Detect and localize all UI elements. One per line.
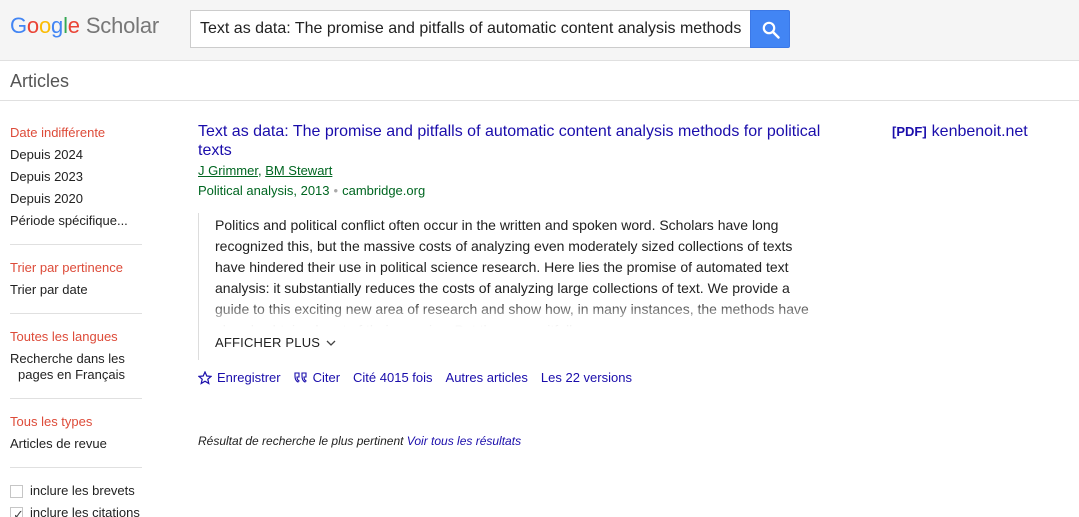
see-all-results-link[interactable]: Voir tous les résultats <box>407 434 521 448</box>
cited-by-link[interactable]: Cité 4015 fois <box>353 368 433 388</box>
search-result: Text as data: The promise and pitfalls o… <box>198 122 828 388</box>
author-link[interactable]: BM Stewart <box>265 163 332 178</box>
show-more-label: AFFICHER PLUS <box>215 335 321 350</box>
logo-letter: g <box>51 13 64 38</box>
sort-by-date[interactable]: Trier par date <box>10 279 142 301</box>
google-scholar-logo[interactable]: Google Scholar <box>10 13 159 39</box>
logo-letter: o <box>26 13 39 38</box>
footer-note-text: Résultat de recherche le plus pertinent <box>198 434 404 448</box>
search-button[interactable] <box>750 10 790 48</box>
result-actions: Enregistrer Citer Cité 4015 fois Autres … <box>198 368 828 388</box>
checkbox-box: ✓ <box>10 506 24 517</box>
publication-journal: Political analysis, 2013 <box>198 183 330 198</box>
author-link[interactable]: J Grimmer <box>198 163 258 178</box>
language-group: Toutes les langues Recherche dans les pa… <box>10 326 142 399</box>
save-button[interactable]: Enregistrer <box>198 368 281 388</box>
quote-icon <box>294 372 307 383</box>
result-publication: Political analysis, 2013 • cambridge.org <box>198 181 828 201</box>
filter-french-pages[interactable]: Recherche dans les pages en Français <box>10 348 142 386</box>
separator-dot: • <box>333 183 339 198</box>
save-label: Enregistrer <box>217 370 281 385</box>
filter-since-2020[interactable]: Depuis 2020 <box>10 188 142 210</box>
filter-since-2024[interactable]: Depuis 2024 <box>10 144 142 166</box>
sort-by-relevance[interactable]: Trier par pertinence <box>10 257 142 279</box>
type-group: Tous les types Articles de revue <box>10 411 142 468</box>
include-patents-label: inclure les brevets <box>30 483 135 498</box>
search-input[interactable] <box>190 10 751 48</box>
search-icon <box>762 21 780 39</box>
chevron-down-icon <box>326 340 336 346</box>
cite-button[interactable]: Citer <box>294 368 340 388</box>
related-articles-link[interactable]: Autres articles <box>446 368 528 388</box>
logo-letter: G <box>10 13 27 38</box>
logo-scholar-word: Scholar <box>85 13 160 38</box>
filter-custom-range[interactable]: Période spécifique... <box>10 210 142 232</box>
all-versions-link[interactable]: Les 22 versions <box>541 368 632 388</box>
filter-any-language[interactable]: Toutes les langues <box>10 326 142 348</box>
filter-sidebar: Date indifférente Depuis 2024 Depuis 202… <box>10 122 142 517</box>
logo-letter: o <box>38 13 52 38</box>
filter-any-type[interactable]: Tous les types <box>10 411 142 433</box>
pdf-tag: [PDF] <box>892 124 927 139</box>
header: Google Scholar <box>0 0 1079 60</box>
include-citations-checkbox[interactable]: ✓ inclure les citations <box>10 502 142 517</box>
filter-french-label: Recherche dans les <box>10 351 125 366</box>
abstract-block: Politics and political conflict often oc… <box>198 213 815 360</box>
filter-since-2023[interactable]: Depuis 2023 <box>10 166 142 188</box>
result-authors: J Grimmer, BM Stewart <box>198 161 828 181</box>
checkbox-box <box>10 484 23 498</box>
date-filter-group: Date indifférente Depuis 2024 Depuis 202… <box>10 122 142 245</box>
filter-review-articles[interactable]: Articles de revue <box>10 433 142 455</box>
filter-any-date[interactable]: Date indifférente <box>10 122 142 144</box>
pdf-link[interactable]: [PDF] kenbenoit.net <box>892 123 1028 141</box>
filter-french-label-cont: pages en Français <box>18 367 125 382</box>
section-title: Articles <box>10 71 70 91</box>
result-title-link[interactable]: Text as data: The promise and pitfalls o… <box>198 122 828 160</box>
sort-group: Trier par pertinence Trier par date <box>10 257 142 314</box>
results-footer: Résultat de recherche le plus pertinent … <box>198 434 521 448</box>
publication-source: cambridge.org <box>342 183 426 198</box>
pdf-domain: kenbenoit.net <box>931 123 1028 140</box>
star-icon <box>198 371 212 385</box>
result-abstract: Politics and political conflict often oc… <box>215 213 815 327</box>
include-citations-label: inclure les citations <box>30 505 140 517</box>
show-more-button[interactable]: AFFICHER PLUS <box>215 335 336 360</box>
section-bar: Articles <box>0 60 1079 101</box>
logo-letter: e <box>67 13 80 38</box>
include-patents-checkbox[interactable]: inclure les brevets <box>10 480 142 502</box>
cite-label: Citer <box>312 370 341 385</box>
checkmark-icon: ✓ <box>13 506 24 517</box>
